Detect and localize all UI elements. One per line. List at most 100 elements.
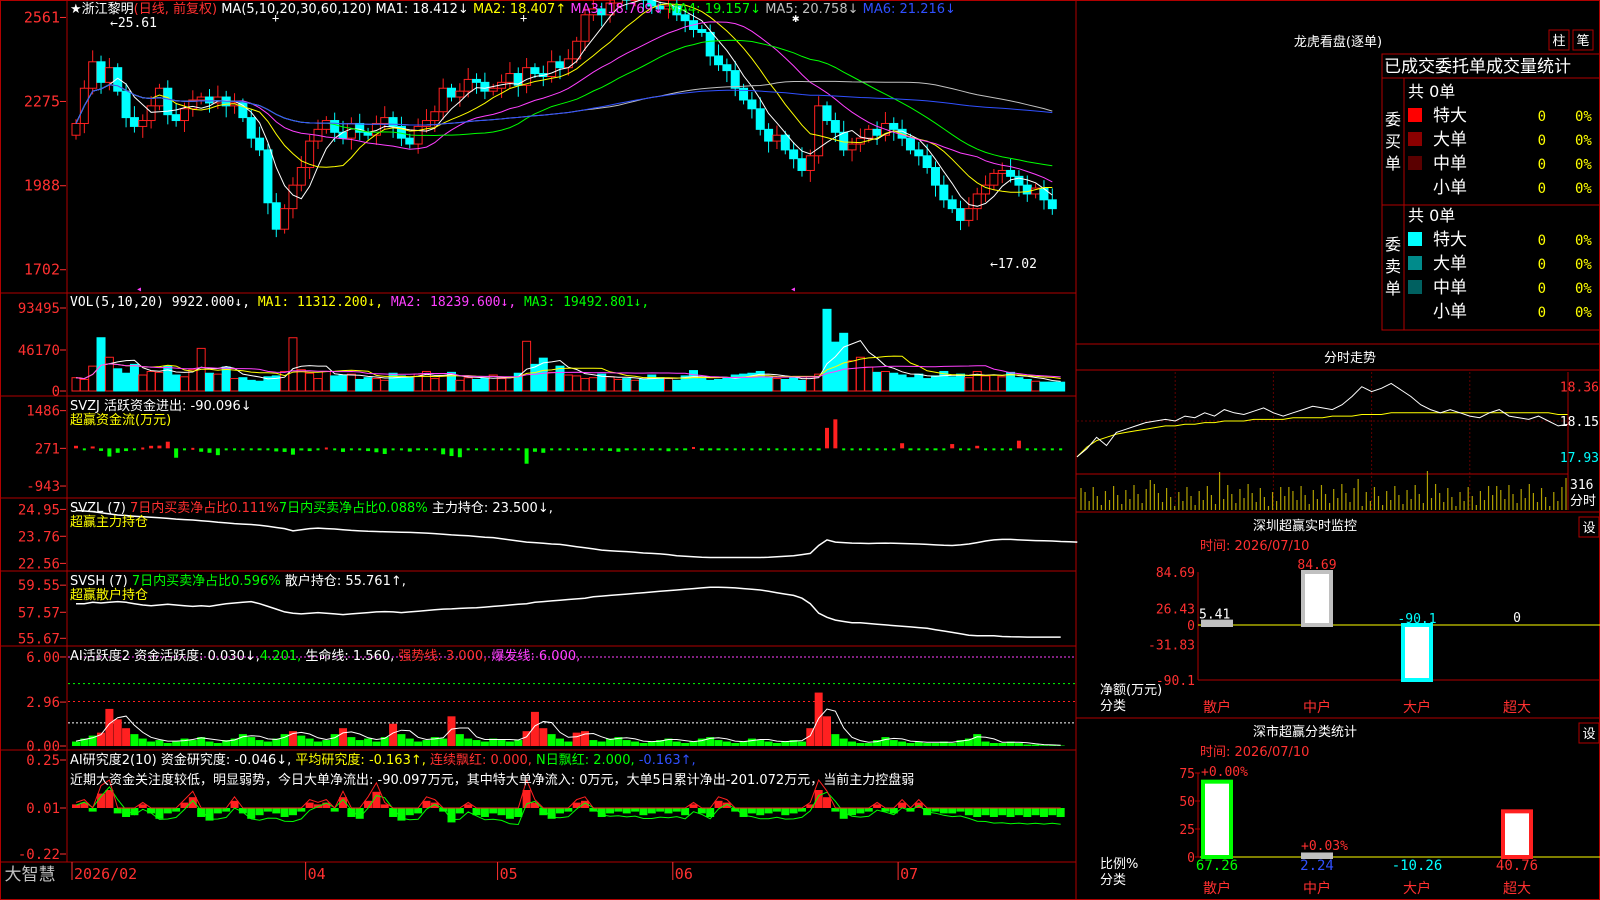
activity-bar [72, 741, 80, 746]
act-value2: 4.201, [260, 649, 305, 664]
svsh-line [76, 586, 1061, 638]
candle-body [780, 134, 790, 151]
res-value: -0.046↓, [234, 753, 295, 768]
activity-bar [889, 740, 898, 746]
svzj-header: SVZJ 活跃资金进出: -90.096↓ [70, 398, 252, 414]
volume-bar [154, 371, 164, 392]
svzj-bar [1050, 448, 1054, 451]
volume-bar [822, 308, 832, 392]
svzj-bar [984, 448, 988, 451]
volume-bar [405, 376, 415, 392]
sell-row-count: 0 [1538, 233, 1546, 249]
tick-mode-label[interactable]: 笔 [1576, 33, 1589, 49]
svzl-line [75, 509, 1078, 559]
sell-side-label: 委 [1385, 235, 1401, 254]
class-ylabel: 比例% [1100, 857, 1138, 872]
act-strong-text: 强势线: 3.000, [398, 648, 491, 664]
svzj-bar [541, 448, 546, 453]
vol-value: 9922.000↓, [172, 295, 258, 310]
sz-class-settings-label[interactable]: 设 [1582, 727, 1595, 742]
activity-bar [781, 741, 790, 746]
volume-bar [1031, 380, 1041, 392]
activity-bar [138, 738, 147, 746]
svzl-value: 23.500↓, [492, 501, 553, 516]
candle-body [421, 120, 431, 127]
price-header: ★浙江黎明(日线, 前复权) MA(5,10,20,30,60,120) MA1… [70, 1, 956, 17]
buy-row-label: 小单 [1433, 178, 1467, 198]
volume-bar [922, 378, 932, 392]
candle-body [797, 158, 807, 171]
volume-bar [179, 376, 189, 392]
svzj-bar [282, 448, 287, 452]
svzj-bar [942, 448, 946, 451]
res-red-text: 连续飘红: 0.000, [430, 752, 536, 768]
activity-bar [1031, 744, 1040, 746]
research-bar [814, 790, 823, 808]
candle-body [747, 99, 757, 110]
candle-body [388, 117, 398, 127]
ma-value: 18.412↓ [412, 2, 473, 17]
marker: + [272, 11, 279, 25]
volume-tick-label: 46170 [18, 343, 60, 359]
class-category: 大户 [1403, 880, 1431, 897]
sz-monitor-date: 时间: 2026/07/10 [1200, 539, 1309, 554]
class-tick: 50 [1179, 795, 1195, 810]
monitor-tick: 84.69 [1156, 566, 1195, 581]
svzj-bar [124, 448, 129, 452]
research-bar [998, 808, 1007, 816]
candle-body [563, 58, 573, 69]
candle-body [138, 120, 148, 127]
activity-bar [455, 734, 464, 746]
activity-bar [639, 743, 648, 746]
research-bar [631, 808, 640, 812]
buy-row-count: 0 [1538, 157, 1546, 173]
candle-body [255, 137, 265, 151]
activity-bar [547, 734, 556, 746]
research-bar [1006, 808, 1015, 817]
svzj-tick-label: 1486 [26, 404, 60, 420]
research-bar [989, 808, 998, 817]
svzj-bar [550, 448, 554, 451]
class-category: 中户 [1303, 880, 1331, 897]
research-bar [964, 808, 973, 816]
activity-bar [122, 728, 131, 746]
volume-bar [572, 375, 582, 392]
volume-bar [288, 337, 298, 392]
svzj-bar [516, 448, 520, 451]
svzj-bar [191, 447, 195, 450]
monitor-category: 散户 [1203, 699, 1231, 716]
svzj-bar [249, 448, 253, 451]
bar-mode-label[interactable]: 柱 [1552, 34, 1565, 49]
volume-bar [129, 363, 139, 392]
class-bar [1501, 809, 1533, 860]
volume-tick-label: 0 [52, 384, 60, 400]
candle-body [146, 105, 156, 122]
sell-row-count: 0 [1538, 257, 1546, 273]
volume-bar [1047, 381, 1057, 392]
svzj-bar [99, 448, 104, 451]
research-bar [172, 808, 181, 812]
activity-bar [989, 743, 998, 746]
volume-bar [455, 379, 465, 392]
svzj-bar [925, 448, 929, 451]
volume-bar [613, 378, 623, 392]
svzj-bar [182, 448, 186, 451]
buy-row-label: 中单 [1433, 154, 1467, 174]
research-bar [1014, 808, 1023, 816]
svzj-bar [825, 427, 830, 449]
res-label: 资金研究度: [161, 752, 235, 768]
activity-bar [297, 735, 306, 746]
svzj-bar [483, 448, 487, 451]
class-tick: 25 [1179, 823, 1195, 838]
svzj-bar [624, 448, 629, 451]
svsh-value: 55.761↑, [345, 574, 406, 589]
sz-monitor-settings-label[interactable]: 设 [1582, 521, 1595, 536]
volume-bar [855, 356, 865, 392]
activity-bar [1023, 744, 1032, 746]
svzl-tick-label: 23.76 [18, 529, 60, 545]
candle-body [872, 128, 882, 136]
research-bar [639, 808, 648, 816]
svzj-bar [149, 445, 154, 449]
activity-bar [305, 738, 314, 746]
research-bar [864, 808, 873, 812]
